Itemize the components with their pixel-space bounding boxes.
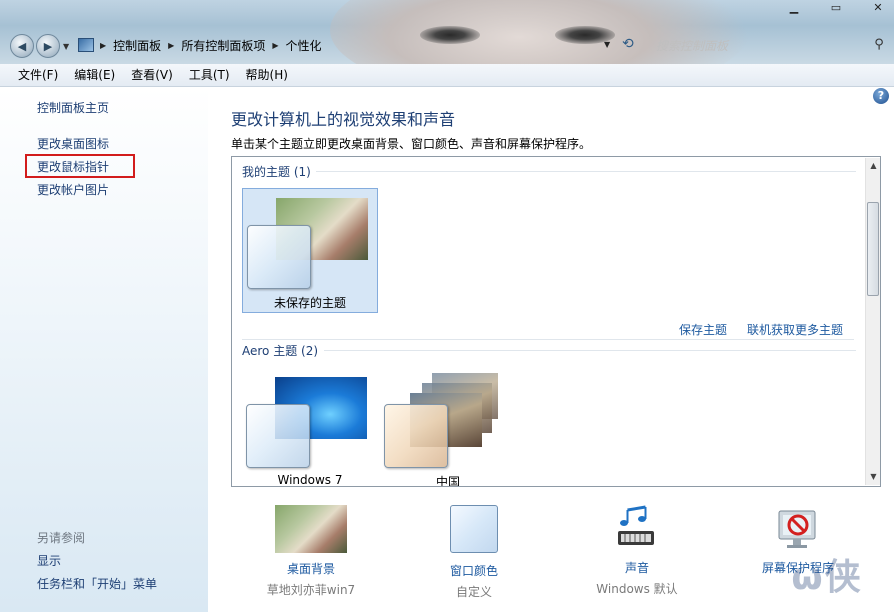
- menu-tools[interactable]: 工具(T): [181, 64, 238, 86]
- sounds-link[interactable]: 声音: [585, 559, 689, 576]
- window-color-value: 自定义: [455, 585, 492, 599]
- close-button[interactable]: ✕: [870, 2, 886, 14]
- control-panel-home-link[interactable]: 控制面板主页: [37, 99, 109, 116]
- scroll-up-icon[interactable]: ▲: [866, 158, 880, 174]
- control-panel-icon: [78, 38, 94, 52]
- scrollbar-thumb[interactable]: [867, 202, 879, 296]
- theme-china[interactable]: 中国: [380, 369, 516, 487]
- breadcrumb-control-panel[interactable]: 控制面板: [113, 37, 161, 54]
- theme-list: 我的主题 (1) 未保存的主题 保存主题 联机获取更多主题 Aero 主题 (2…: [231, 156, 881, 487]
- theme-label: 中国: [435, 475, 460, 487]
- arrow-left-icon: ◀: [17, 39, 27, 53]
- desktop-background-link[interactable]: 桌面背景: [252, 560, 370, 577]
- menu-help[interactable]: 帮助(H): [238, 64, 296, 86]
- taskbar-start-menu-link[interactable]: 任务栏和「开始」菜单: [37, 575, 157, 592]
- help-icon[interactable]: ?: [873, 88, 889, 104]
- sounds-value: Windows 默认: [596, 582, 678, 596]
- forward-button[interactable]: ▶: [36, 34, 60, 58]
- desktop-background-thumbnail: [275, 505, 347, 553]
- desktop-background-setting[interactable]: 桌面背景 草地刘亦菲win7: [252, 505, 370, 598]
- watermark-logo: ω侠: [791, 557, 863, 598]
- theme-window-color-preview: [247, 225, 311, 289]
- theme-label: Windows 7: [277, 473, 343, 487]
- highlight-box: [25, 154, 135, 178]
- breadcrumb-personalization[interactable]: 个性化: [286, 37, 322, 54]
- menu-edit[interactable]: 编辑(E): [66, 64, 123, 86]
- page-description: 单击某个主题立即更改桌面背景、窗口颜色、声音和屏幕保护程序。: [231, 137, 592, 151]
- recent-pages-dropdown-icon[interactable]: ▼: [63, 42, 69, 51]
- refresh-icon[interactable]: ⟲: [622, 36, 634, 52]
- breadcrumb-arrow-icon[interactable]: ▶: [168, 41, 174, 50]
- desktop-background-value: 草地刘亦菲win7: [266, 583, 356, 597]
- window-color-link[interactable]: 窗口颜色: [420, 562, 528, 579]
- address-bar[interactable]: ▶ 控制面板 ▶ 所有控制面板项 ▶ 个性化: [78, 34, 644, 56]
- sounds-setting[interactable]: 声音 Windows 默认: [585, 505, 689, 597]
- window-controls: ▁ ▭ ✕: [786, 2, 886, 14]
- breadcrumb-arrow-icon[interactable]: ▶: [272, 41, 278, 50]
- aero-themes-header: Aero 主题 (2): [242, 344, 319, 358]
- menu-view[interactable]: 查看(V): [123, 64, 181, 86]
- screen-saver-icon: [778, 510, 816, 548]
- page-title: 更改计算机上的视觉效果和声音: [231, 110, 456, 129]
- back-button[interactable]: ◀: [10, 34, 34, 58]
- save-theme-link[interactable]: 保存主题: [679, 321, 727, 338]
- breadcrumb-all-items[interactable]: 所有控制面板项: [181, 37, 265, 54]
- arrow-right-icon: ▶: [43, 39, 53, 53]
- change-account-picture-link[interactable]: 更改帐户图片: [37, 181, 109, 198]
- search-input[interactable]: 搜索控制面板: [650, 34, 870, 56]
- my-themes-header: 我的主题 (1): [242, 165, 311, 179]
- divider: [316, 171, 856, 172]
- theme-window-color-preview: [384, 404, 448, 468]
- minimize-button[interactable]: ▁: [786, 2, 802, 14]
- breadcrumb-arrow-icon[interactable]: ▶: [100, 41, 106, 50]
- vertical-scrollbar[interactable]: ▲ ▼: [865, 158, 880, 485]
- window-color-setting[interactable]: 窗口颜色 自定义: [420, 505, 528, 600]
- menu-file[interactable]: 文件(F): [0, 64, 66, 86]
- change-desktop-icons-link[interactable]: 更改桌面图标: [37, 135, 109, 152]
- nav-buttons: ◀ ▶ ▼: [10, 34, 73, 58]
- window-color-swatch: [450, 505, 498, 553]
- divider: [324, 350, 856, 351]
- sounds-icon: [618, 505, 654, 545]
- divider: [242, 339, 854, 340]
- address-dropdown-icon[interactable]: ▼: [604, 40, 610, 49]
- title-bar: ▁ ▭ ✕ ◀ ▶ ▼ ▶ 控制面板 ▶ 所有控制面板项 ▶ 个性化 ▼ ⟲ 搜…: [0, 0, 894, 64]
- theme-window-color-preview: [246, 404, 310, 468]
- scroll-down-icon[interactable]: ▼: [866, 469, 880, 485]
- menu-bar: 文件(F) 编辑(E) 查看(V) 工具(T) 帮助(H): [0, 64, 894, 87]
- maximize-button[interactable]: ▭: [828, 2, 844, 14]
- get-more-themes-link[interactable]: 联机获取更多主题: [747, 321, 843, 338]
- theme-label: 未保存的主题: [273, 296, 346, 310]
- see-also-heading: 另请参阅: [37, 531, 86, 545]
- display-link[interactable]: 显示: [37, 552, 61, 569]
- theme-unsaved[interactable]: 未保存的主题: [242, 188, 378, 313]
- theme-windows7[interactable]: Windows 7: [242, 369, 378, 487]
- search-icon[interactable]: ⚲: [870, 36, 888, 54]
